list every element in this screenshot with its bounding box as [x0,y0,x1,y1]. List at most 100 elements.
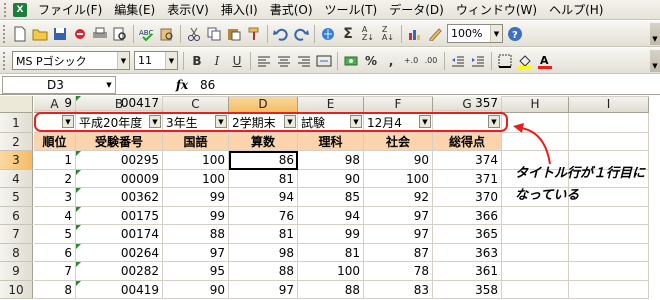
decrease-indent-icon[interactable] [448,51,468,71]
percent-button[interactable]: % [361,51,381,71]
row-header-3[interactable]: 3 [0,151,33,170]
redo-icon[interactable] [291,24,311,44]
data-cell[interactable]: 00282 [76,262,163,281]
empty-cell[interactable] [569,225,649,244]
data-cell[interactable]: 98 [229,244,298,262]
data-cell[interactable]: 363 [433,244,502,262]
print-preview-icon[interactable] [110,24,130,44]
empty-cell[interactable] [569,207,649,225]
data-cell[interactable]: 99 [163,207,229,225]
excel-app-icon[interactable]: X [13,2,27,17]
data-cell[interactable]: 00295 [76,151,163,170]
data-cell[interactable]: 81 [229,170,298,188]
data-cell[interactable]: 97 [364,225,433,244]
data-cell[interactable] [364,96,433,97]
data-cell[interactable]: 95 [163,262,229,281]
toolbar-grip[interactable] [3,24,6,43]
formula-input[interactable]: 86 [192,78,215,92]
chevron-down-icon[interactable]: ▼ [103,77,115,93]
chevron-down-icon[interactable]: ▼ [165,52,177,69]
data-cell[interactable]: 100 [163,151,229,170]
menu-window[interactable]: ウィンドウ(W) [450,1,543,18]
data-cell[interactable]: 9 [34,96,76,111]
column-header-e[interactable]: E [298,96,364,113]
data-cell[interactable]: 100 [163,170,229,188]
data-cell[interactable]: 371 [433,170,502,188]
align-center-icon[interactable] [274,51,294,71]
data-cell[interactable] [163,96,229,97]
empty-cell[interactable] [569,113,649,133]
select-all-corner[interactable] [0,96,33,113]
autosum-icon[interactable]: Σ [338,24,358,44]
data-cell[interactable]: 5 [34,225,76,244]
data-cell[interactable]: 374 [433,151,502,170]
active-cell-d3[interactable]: 86 [229,151,298,170]
data-cell[interactable]: 100 [364,170,433,188]
menu-edit[interactable]: 編集(E) [108,1,161,18]
data-cell[interactable]: 00419 [76,281,163,299]
data-cell[interactable]: 00417 [76,96,163,111]
insert-function-icon[interactable]: fx [172,78,192,92]
empty-cell[interactable] [502,225,569,244]
zoom-select[interactable]: 100% ▼ [447,24,503,43]
data-cell[interactable]: 90 [364,151,433,170]
toolbar-grip[interactable] [3,51,6,70]
decrease-decimal-icon[interactable]: .00 [421,51,441,71]
save-icon[interactable] [50,24,70,44]
column-title-cell[interactable]: 算数 [229,133,298,151]
data-cell[interactable]: 88 [163,225,229,244]
paste-icon[interactable] [224,24,244,44]
align-right-icon[interactable] [294,51,314,71]
menu-help[interactable]: ヘルプ(H) [543,1,609,18]
toolbar-options-icon[interactable]: ▼ [650,49,660,72]
row-header-10[interactable]: 10 [0,281,33,299]
column-header-i[interactable]: I [569,96,649,113]
data-cell[interactable]: 76 [229,207,298,225]
row-header-1[interactable]: 1 [0,113,33,133]
toolbar-options-icon[interactable]: ▼ [650,22,660,45]
sort-asc-icon[interactable]: A Z↓ [358,24,378,44]
data-cell[interactable]: 100 [298,262,364,281]
research-icon[interactable] [157,24,177,44]
borders-icon[interactable] [495,51,515,71]
data-cell[interactable]: 99 [163,188,229,207]
sort-desc-icon[interactable]: Z A↓ [378,24,398,44]
menu-data[interactable]: データ(D) [383,1,450,18]
empty-cell[interactable] [502,244,569,262]
empty-cell[interactable] [502,96,569,97]
data-cell[interactable]: 88 [229,262,298,281]
data-cell[interactable]: 3 [34,188,76,207]
row-header-8[interactable]: 8 [0,244,33,262]
data-cell[interactable]: 1 [34,151,76,170]
data-cell[interactable]: 90 [298,170,364,188]
menu-file[interactable]: ファイル(F) [32,1,108,18]
data-cell[interactable]: 6 [34,244,76,262]
column-title-cell[interactable]: 受験番号 [76,133,163,151]
menu-grip[interactable] [4,2,8,17]
data-cell[interactable] [229,96,298,97]
column-header-c[interactable]: C [163,96,229,113]
data-cell[interactable]: 92 [364,188,433,207]
data-cell[interactable]: 8 [34,281,76,299]
data-cell[interactable]: 98 [298,151,364,170]
data-cell[interactable]: 90 [163,281,229,299]
merge-center-icon[interactable] [314,51,334,71]
copy-icon[interactable] [204,24,224,44]
data-cell[interactable]: 4 [34,207,76,225]
data-cell[interactable]: 97 [364,207,433,225]
menu-view[interactable]: 表示(V) [161,1,215,18]
name-box[interactable]: D3 ▼ [2,75,116,94]
data-cell[interactable]: 358 [433,281,502,299]
permission-icon[interactable] [70,24,90,44]
column-header-f[interactable]: F [364,96,433,113]
drawing-icon[interactable] [425,24,445,44]
data-cell[interactable]: 00362 [76,188,163,207]
font-color-icon[interactable]: A [535,51,555,71]
empty-cell[interactable] [569,281,649,299]
data-cell[interactable]: 7 [34,262,76,281]
hyperlink-icon[interactable] [318,24,338,44]
data-cell[interactable]: 94 [229,188,298,207]
data-cell[interactable]: 00264 [76,244,163,262]
column-title-cell[interactable]: 総得点 [433,133,502,151]
font-size-select[interactable]: 11 ▼ [134,51,178,70]
